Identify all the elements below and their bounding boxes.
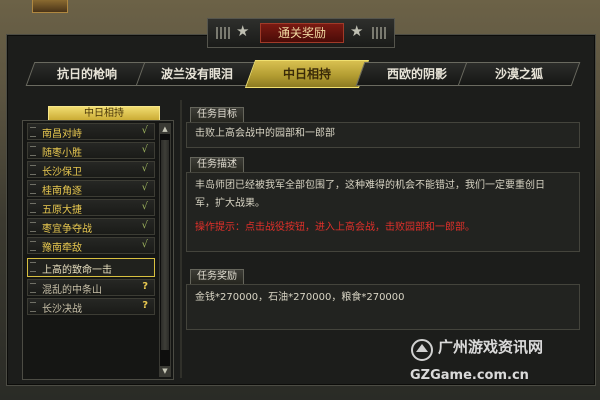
check-icon: √: [141, 220, 148, 231]
desc-panel: 丰岛师团已经被我军全部包围了，这种难得的机会不能错过，我们一定要重创日 军，扩大…: [186, 172, 580, 252]
list-item[interactable]: 长沙决战 ?: [27, 298, 155, 315]
list-item[interactable]: 桂南角逐 √: [27, 180, 155, 197]
mission-list: 南昌对峙 √ 随枣小胜 √ 长沙保卫 √ 桂南角逐 √ 五原大捷 √ 枣宜争夺战…: [22, 120, 174, 380]
tab-campaign-1[interactable]: 抗日的枪响: [25, 62, 149, 86]
campaign-tabs: 抗日的枪响 波兰没有眼泪 中日相持 西欧的阴影 沙漠之狐: [25, 60, 581, 88]
grip-icon: [216, 27, 230, 39]
list-bullet-icon: [30, 165, 36, 175]
check-icon: √: [141, 239, 148, 250]
question-icon: ?: [142, 300, 148, 311]
reward-label: 任务奖励: [190, 269, 244, 285]
list-bullet-icon: [30, 203, 36, 213]
check-icon: √: [141, 182, 148, 193]
desc-line-2: 军，扩大战果。: [195, 198, 265, 209]
mission-name: 混乱的中条山: [42, 285, 102, 296]
check-icon: √: [141, 163, 148, 174]
desc-label: 任务描述: [190, 157, 244, 173]
mission-name: 长沙保卫: [42, 167, 82, 178]
star-icon: ★: [350, 22, 364, 40]
grip-icon: [372, 27, 386, 39]
list-bullet-icon: [30, 283, 36, 293]
list-item[interactable]: 混乱的中条山 ?: [27, 279, 155, 296]
watermark-domain: GZGame.com.cn: [410, 368, 529, 383]
tab-campaign-5[interactable]: 沙漠之狐: [457, 62, 581, 86]
list-bullet-icon: [30, 127, 36, 137]
reward-panel: 金钱*270000，石油*270000，粮食*270000: [186, 284, 580, 330]
goal-text: 击败上高会战中的园部和一郎部: [195, 128, 335, 139]
list-item[interactable]: 枣宜争夺战 √: [27, 218, 155, 235]
tab-campaign-2[interactable]: 波兰没有眼泪: [135, 62, 259, 86]
scroll-thumb[interactable]: [161, 140, 169, 350]
watermark-logo-icon: [411, 339, 433, 361]
divider: [180, 100, 182, 378]
list-item[interactable]: 长沙保卫 √: [27, 161, 155, 178]
background-chest: [32, 0, 68, 13]
list-bullet-icon: [30, 146, 36, 156]
mission-name: 随枣小胜: [42, 148, 82, 159]
list-item[interactable]: 豫南牵敌 √: [27, 237, 155, 254]
window-title-bar: ★ 通关奖励 ★: [207, 18, 395, 48]
tab-campaign-3[interactable]: 中日相持: [244, 60, 370, 88]
desc-line-1: 丰岛师团已经被我军全部包围了，这种难得的机会不能错过，我们一定要重创日: [195, 180, 545, 191]
mission-name: 上高的致命一击: [42, 265, 112, 276]
list-item[interactable]: 五原大捷 √: [27, 199, 155, 216]
scroll-down-icon[interactable]: ▼: [160, 366, 170, 376]
list-bullet-icon: [30, 302, 36, 312]
mission-name: 豫南牵敌: [42, 243, 82, 254]
watermark-site-name: 广州游戏资讯网: [438, 338, 544, 356]
star-icon: ★: [236, 22, 250, 40]
mission-name: 南昌对峙: [42, 129, 82, 140]
reward-text: 金钱*270000，石油*270000，粮食*270000: [195, 292, 405, 303]
list-bullet-icon: [30, 184, 36, 194]
list-item[interactable]: 随枣小胜 √: [27, 142, 155, 159]
mission-list-scrollbar[interactable]: ▲ ▼: [159, 123, 171, 377]
check-icon: √: [141, 201, 148, 212]
list-item-selected[interactable]: 上高的致命一击: [27, 258, 155, 277]
mission-name: 枣宜争夺战: [42, 224, 92, 235]
question-icon: ?: [142, 281, 148, 292]
list-bullet-icon: [30, 222, 36, 232]
mission-name: 桂南角逐: [42, 186, 82, 197]
check-icon: √: [141, 125, 148, 136]
check-icon: √: [141, 144, 148, 155]
mission-name: 五原大捷: [42, 205, 82, 216]
scroll-up-icon[interactable]: ▲: [160, 124, 170, 134]
list-item[interactable]: 南昌对峙 √: [27, 123, 155, 140]
mission-name: 长沙决战: [42, 304, 82, 315]
goal-label: 任务目标: [190, 107, 244, 123]
list-bullet-icon: [30, 262, 36, 272]
goal-panel: 击败上高会战中的园部和一郎部: [186, 122, 580, 148]
operation-hint: 操作提示：点击战役按钮，进入上高会战，击败园部和一郎部。: [195, 222, 475, 233]
window-title: 通关奖励: [260, 23, 344, 43]
list-bullet-icon: [30, 241, 36, 251]
